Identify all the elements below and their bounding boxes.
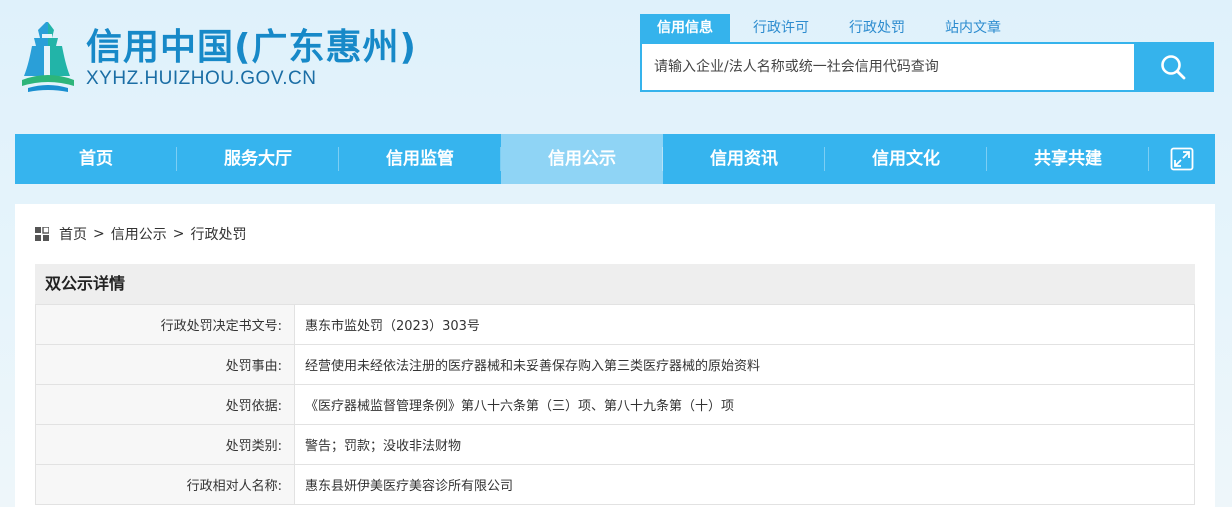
search-tab-credit-info[interactable]: 信用信息 [640, 14, 730, 42]
search-icon [1161, 55, 1186, 80]
field-label: 行政相对人名称: [35, 464, 295, 505]
field-value: 《医疗器械监督管理条例》第八十六条第（三）项、第八十九条第（十）项 [294, 384, 1195, 425]
search-tab-admin-license[interactable]: 行政许可 [736, 14, 826, 42]
breadcrumb: 首页 > 信用公示 > 行政处罚 [35, 224, 246, 244]
detail-table: 行政处罚决定书文号: 惠东市监处罚（2023）303号 处罚事由: 经营使用未经… [35, 304, 1195, 505]
table-row: 处罚事由: 经营使用未经依法注册的医疗器械和未妥善保存购入第三类医疗器械的原始资… [35, 344, 1195, 385]
search-tab-admin-penalty[interactable]: 行政处罚 [832, 14, 922, 42]
search-button[interactable] [1134, 44, 1212, 90]
nav-item-credit-culture[interactable]: 信用文化 [825, 134, 987, 184]
search-box [640, 42, 1214, 92]
field-label: 处罚事由: [35, 344, 295, 385]
field-value: 警告；罚款；没收非法财物 [294, 424, 1195, 465]
nav-expand-button[interactable] [1149, 134, 1215, 184]
breadcrumb-admin-penalty: 行政处罚 [190, 227, 247, 243]
expand-icon [1170, 147, 1194, 171]
breadcrumb-home[interactable]: 首页 [59, 224, 87, 244]
nav-item-home[interactable]: 首页 [15, 134, 177, 184]
search-tab-site-articles[interactable]: 站内文章 [928, 14, 1018, 42]
nav-item-service-hall[interactable]: 服务大厅 [177, 134, 339, 184]
breadcrumb-separator: > [172, 226, 185, 242]
field-label: 行政处罚决定书文号: [35, 304, 295, 345]
search-input[interactable] [642, 44, 1134, 90]
field-value: 惠东市监处罚（2023）303号 [294, 304, 1195, 345]
nav-item-co-build[interactable]: 共享共建 [987, 134, 1149, 184]
table-row: 处罚依据: 《医疗器械监督管理条例》第八十六条第（三）项、第八十九条第（十）项 [35, 384, 1195, 425]
site-url: XYHZ.HUIZHOU.GOV.CN [86, 68, 317, 89]
content-panel: 首页 > 信用公示 > 行政处罚 双公示详情 行政处罚决定书文号: 惠东市监处罚… [15, 204, 1215, 507]
search-tabs: 信用信息 行政许可 行政处罚 站内文章 [640, 14, 1024, 42]
site-title: 信用中国(广东惠州) [86, 27, 417, 68]
table-row: 处罚类别: 警告；罚款；没收非法财物 [35, 424, 1195, 465]
field-value: 惠东县妍伊美医疗美容诊所有限公司 [294, 464, 1195, 505]
field-label: 处罚依据: [35, 384, 295, 425]
table-row: 行政处罚决定书文号: 惠东市监处罚（2023）303号 [35, 304, 1195, 345]
table-row: 行政相对人名称: 惠东县妍伊美医疗美容诊所有限公司 [35, 464, 1195, 505]
field-value: 经营使用未经依法注册的医疗器械和未妥善保存购入第三类医疗器械的原始资料 [294, 344, 1195, 385]
grid-icon [35, 227, 49, 241]
site-logo-icon[interactable] [18, 16, 78, 96]
main-nav: 首页 服务大厅 信用监管 信用公示 信用资讯 信用文化 共享共建 [15, 134, 1215, 184]
nav-item-credit-publicity[interactable]: 信用公示 [501, 134, 663, 184]
nav-item-credit-news[interactable]: 信用资讯 [663, 134, 825, 184]
nav-item-credit-supervision[interactable]: 信用监管 [339, 134, 501, 184]
field-label: 处罚类别: [35, 424, 295, 465]
breadcrumb-credit-publicity[interactable]: 信用公示 [111, 224, 167, 244]
breadcrumb-separator: > [93, 226, 105, 242]
detail-title: 双公示详情 [35, 264, 1195, 304]
